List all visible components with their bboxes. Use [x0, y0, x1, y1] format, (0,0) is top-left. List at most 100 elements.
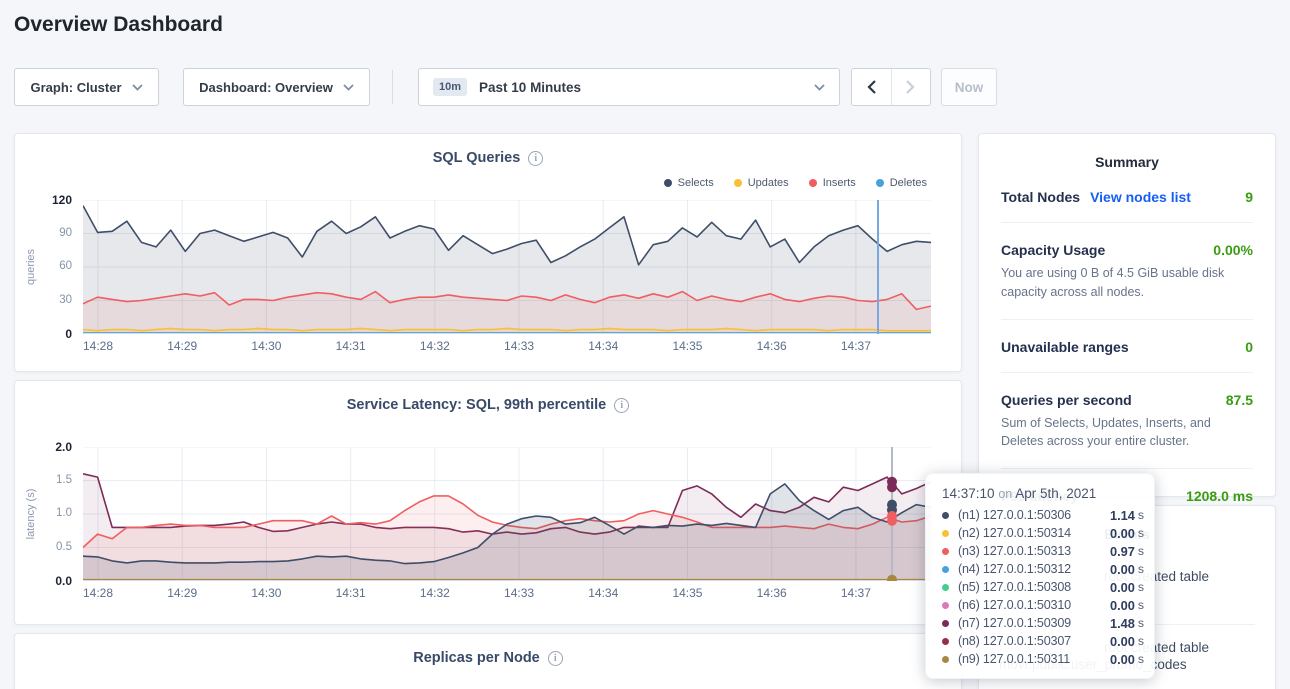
- node-latency-unit: s: [1138, 652, 1144, 666]
- legend-dot-icon: [876, 179, 884, 187]
- node-color-dot-icon: [942, 548, 949, 555]
- legend-item-deletes: Deletes: [876, 177, 927, 189]
- node-latency-unit: s: [1138, 580, 1144, 594]
- summary-row-unavailable: Unavailable ranges 0: [1001, 320, 1253, 355]
- node-latency-unit: s: [1138, 634, 1144, 648]
- x-tick-label: 14:35: [672, 339, 702, 353]
- graph-dropdown-label: Graph: Cluster: [30, 80, 121, 95]
- capacity-value: 0.00%: [1213, 242, 1253, 258]
- tooltip-node-row: (n7) 127.0.0.1:503091.48s: [942, 614, 1142, 632]
- tooltip-node-row: (n8) 127.0.0.1:503070.00s: [942, 632, 1142, 650]
- x-tick-label: 14:34: [588, 339, 618, 353]
- capacity-description: You are using 0 B of 4.5 GiB usable disk…: [1001, 258, 1253, 302]
- summary-panel: Summary Total Nodes View nodes list 9 Ca…: [978, 133, 1276, 497]
- node-color-dot-icon: [942, 566, 949, 573]
- x-tick-label: 14:36: [757, 586, 787, 600]
- tooltip-timestamp: 14:37:10 on Apr 5th, 2021: [942, 486, 1142, 506]
- service-latency-plot[interactable]: [83, 447, 931, 581]
- legend-label: Inserts: [823, 177, 856, 189]
- sql-queries-chart-card: SQL Queries Selects Updates Inserts Deletes…: [14, 133, 962, 372]
- y-tick-label: 0.0: [18, 574, 72, 588]
- tooltip-rows: (n1) 127.0.0.1:503061.14s(n2) 127.0.0.1:…: [942, 506, 1142, 668]
- legend-label: Selects: [678, 177, 714, 189]
- node-latency-value: 1.48: [1110, 616, 1135, 631]
- qps-value: 87.5: [1226, 392, 1253, 408]
- capacity-label: Capacity Usage: [1001, 242, 1105, 258]
- x-tick-label: 14:29: [167, 339, 197, 353]
- chart-title: Replicas per Node: [15, 650, 961, 666]
- info-icon[interactable]: [548, 651, 563, 666]
- node-latency-value: 0.00: [1110, 634, 1135, 649]
- node-address: (n7) 127.0.0.1:50309: [958, 616, 1110, 630]
- y-axis-unit: latency (s): [25, 489, 37, 540]
- legend-dot-icon: [664, 179, 672, 187]
- chart-title-text: SQL Queries: [433, 150, 521, 166]
- tooltip-node-row: (n9) 127.0.0.1:503110.00s: [942, 650, 1142, 668]
- replicas-chart-card: Replicas per Node: [14, 633, 962, 689]
- summary-title: Summary: [979, 134, 1275, 170]
- prev-range-button[interactable]: [852, 69, 892, 105]
- now-button[interactable]: Now: [941, 68, 997, 106]
- node-address: (n2) 127.0.0.1:50314: [958, 526, 1110, 540]
- chevron-down-icon: [343, 84, 354, 91]
- tooltip-node-row: (n1) 127.0.0.1:503061.14s: [942, 506, 1142, 524]
- node-latency-unit: s: [1138, 544, 1144, 558]
- page-title: Overview Dashboard: [14, 13, 223, 37]
- chevron-left-icon: [867, 80, 876, 94]
- summary-row-total-nodes: Total Nodes View nodes list 9: [1001, 170, 1253, 205]
- chart-title-text: Service Latency: SQL, 99th percentile: [347, 397, 607, 413]
- chart-title-text: Replicas per Node: [413, 650, 540, 666]
- next-range-button[interactable]: [892, 69, 931, 105]
- chart-hover-tooltip: 14:37:10 on Apr 5th, 2021 (n1) 127.0.0.1…: [925, 473, 1155, 679]
- node-latency-unit: s: [1138, 598, 1144, 612]
- node-latency-value: 0.00: [1110, 598, 1135, 613]
- time-range-label: Past 10 Minutes: [479, 80, 581, 95]
- node-latency-unit: s: [1138, 616, 1144, 630]
- view-nodes-list-link[interactable]: View nodes list: [1090, 189, 1191, 205]
- time-range-badge: 10m: [433, 78, 467, 96]
- total-nodes-label: Total Nodes: [1001, 189, 1080, 205]
- node-latency-value: 1.14: [1110, 508, 1135, 523]
- node-latency-unit: s: [1138, 526, 1144, 540]
- node-address: (n3) 127.0.0.1:50313: [958, 544, 1110, 558]
- node-address: (n8) 127.0.0.1:50307: [958, 634, 1110, 648]
- info-icon[interactable]: [528, 151, 543, 166]
- time-nav-group: [851, 68, 931, 106]
- x-tick-label: 14:36: [757, 339, 787, 353]
- summary-row-capacity: Capacity Usage 0.00%: [1001, 223, 1253, 258]
- sql-queries-plot[interactable]: [83, 200, 931, 334]
- node-latency-value: 0.00: [1110, 562, 1135, 577]
- controls-divider: [392, 70, 393, 104]
- node-color-dot-icon: [942, 638, 949, 645]
- chart-title: Service Latency: SQL, 99th percentile: [15, 397, 961, 413]
- x-tick-label: 14:32: [420, 586, 450, 600]
- time-range-picker[interactable]: 10m Past 10 Minutes: [418, 68, 840, 106]
- node-address: (n4) 127.0.0.1:50312: [958, 562, 1110, 576]
- x-tick-label: 14:28: [83, 339, 113, 353]
- y-tick-label: 0: [18, 327, 72, 341]
- chevron-down-icon: [132, 84, 143, 91]
- chart-title: SQL Queries: [15, 150, 961, 166]
- node-latency-unit: s: [1138, 562, 1144, 576]
- tooltip-node-row: (n2) 127.0.0.1:503140.00s: [942, 524, 1142, 542]
- node-latency-value: 0.97: [1110, 544, 1135, 559]
- legend-dot-icon: [809, 179, 817, 187]
- y-tick-label: 2.0: [18, 440, 72, 454]
- node-address: (n9) 127.0.0.1:50311: [958, 652, 1110, 666]
- legend-item-inserts: Inserts: [809, 177, 856, 189]
- legend-item-selects: Selects: [664, 177, 714, 189]
- qps-description: Sum of Selects, Updates, Inserts, and De…: [1001, 408, 1253, 452]
- tooltip-date: Apr 5th, 2021: [1015, 486, 1096, 501]
- y-tick-label: 120: [18, 193, 72, 207]
- node-address: (n5) 127.0.0.1:50308: [958, 580, 1110, 594]
- y-tick-label: 30: [18, 294, 72, 306]
- node-latency-unit: s: [1138, 508, 1144, 522]
- summary-row-qps: Queries per second 87.5: [1001, 373, 1253, 408]
- dashboard-dropdown[interactable]: Dashboard: Overview: [183, 68, 370, 106]
- graph-dropdown[interactable]: Graph: Cluster: [14, 68, 159, 106]
- info-icon[interactable]: [614, 398, 629, 413]
- legend-label: Updates: [748, 177, 789, 189]
- unavailable-ranges-value: 0: [1245, 339, 1253, 355]
- tooltip-time: 14:37:10: [942, 486, 995, 501]
- legend-item-updates: Updates: [734, 177, 789, 189]
